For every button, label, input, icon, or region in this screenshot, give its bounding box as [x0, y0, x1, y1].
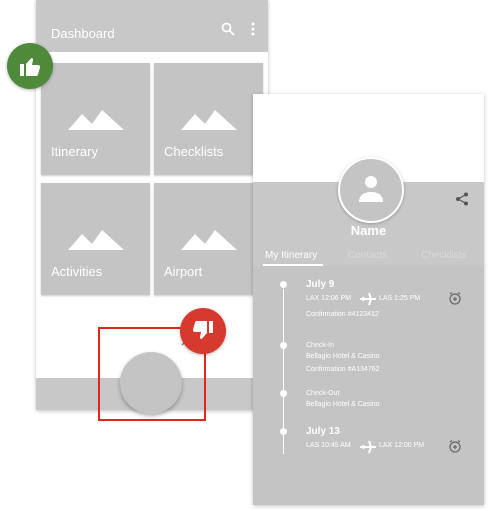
thumbs-down-badge: [180, 308, 226, 354]
tile-label: Airport: [164, 264, 203, 279]
image-placeholder-icon: [68, 110, 124, 130]
tile-label: Itinerary: [51, 144, 98, 159]
avatar[interactable]: [338, 157, 404, 223]
search-icon[interactable]: [221, 22, 237, 38]
timeline-dot: [280, 342, 287, 349]
tile-label: Activities: [51, 264, 103, 279]
tile-itinerary[interactable]: Itinerary: [41, 63, 150, 175]
tile-checklists[interactable]: Checklists: [154, 63, 263, 175]
confirmation-number: Confirmation #4123412: [306, 311, 379, 318]
entry-label: Check-In: [306, 342, 335, 349]
more-vert-icon[interactable]: [250, 22, 266, 38]
entry-label: Check-Out: [306, 390, 340, 397]
airplane-icon: [360, 292, 376, 306]
tab-contacts[interactable]: Contacts: [348, 250, 387, 261]
timeline-dot: [280, 281, 287, 288]
entry-date: July 13: [306, 426, 340, 437]
app-bar: Dashboard: [36, 0, 268, 52]
image-placeholder-icon: [68, 230, 124, 250]
tab-my-itinerary[interactable]: My Itinerary: [265, 250, 317, 261]
alarm-add-icon[interactable]: [449, 292, 461, 305]
image-placeholder-icon: [181, 110, 237, 130]
timeline-dot: [280, 428, 287, 435]
entry-place: Bellagio Hotel & Casino: [306, 401, 380, 408]
airplane-icon: [360, 440, 376, 454]
profile-name: Name: [350, 223, 387, 238]
tab-checklists[interactable]: Checklists: [421, 250, 467, 261]
thumbs-up-badge: [7, 43, 53, 89]
flight-departure: LAS 10:45 AM: [306, 442, 351, 449]
entry-date: July 9: [306, 279, 335, 290]
image-placeholder-icon: [181, 230, 237, 250]
flight-departure: LAX 12:06 PM: [306, 295, 352, 302]
tile-activities[interactable]: Activities: [41, 183, 150, 295]
page-title: Dashboard: [51, 26, 115, 41]
tile-label: Checklists: [164, 144, 224, 159]
timeline-dot: [280, 390, 287, 397]
itinerary-screen: Name My Itinerary Contacts Checklists Ju…: [253, 94, 484, 505]
share-icon[interactable]: [455, 192, 469, 206]
person-icon: [359, 176, 383, 202]
tile-airport[interactable]: Airport: [154, 183, 263, 295]
confirmation-number: Confirmation #A134762: [306, 366, 380, 373]
thumbs-down-icon: [192, 321, 213, 339]
thumbs-up-icon: [20, 58, 41, 76]
alarm-add-icon[interactable]: [449, 440, 461, 453]
flight-arrival: LAX 12:00 PM: [379, 442, 425, 449]
entry-place: Bellagio Hotel & Casino: [306, 353, 380, 360]
flight-arrival: LAS 1:25 PM: [379, 295, 421, 302]
